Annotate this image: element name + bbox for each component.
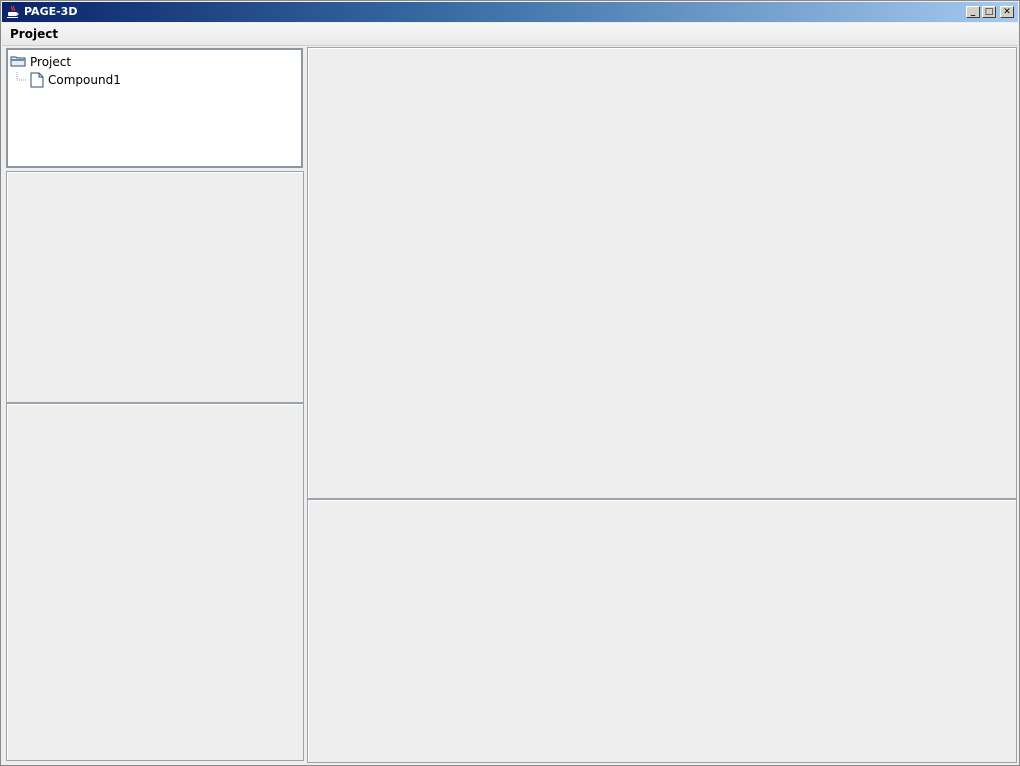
console-panel — [307, 499, 1017, 763]
minimize-icon: _ — [970, 7, 976, 17]
menu-bar: Project — [2, 23, 1018, 46]
app-window: PAGE-3D _ □ ✕ Project Project Compound1 — [0, 0, 1020, 766]
left-bottom-panel — [6, 403, 304, 761]
close-button[interactable]: ✕ — [1000, 6, 1014, 18]
viewer-panel — [307, 47, 1017, 499]
minimize-button[interactable]: _ — [966, 6, 980, 18]
project-tree-panel: Project Compound1 — [6, 48, 303, 168]
menu-project[interactable]: Project — [10, 27, 58, 41]
tree-node-label: Compound1 — [48, 73, 121, 87]
maximize-icon: □ — [984, 7, 994, 17]
left-middle-panel — [6, 171, 304, 403]
tree-node-label: Project — [30, 55, 72, 69]
close-icon: ✕ — [1003, 7, 1011, 17]
tree-connector — [16, 72, 26, 81]
java-cup-icon — [7, 5, 19, 18]
window-title: PAGE-3D — [24, 5, 78, 18]
file-icon — [30, 72, 44, 88]
title-bar[interactable]: PAGE-3D _ □ ✕ — [2, 2, 1018, 22]
maximize-button[interactable]: □ — [982, 6, 996, 18]
folder-icon — [10, 56, 26, 67]
